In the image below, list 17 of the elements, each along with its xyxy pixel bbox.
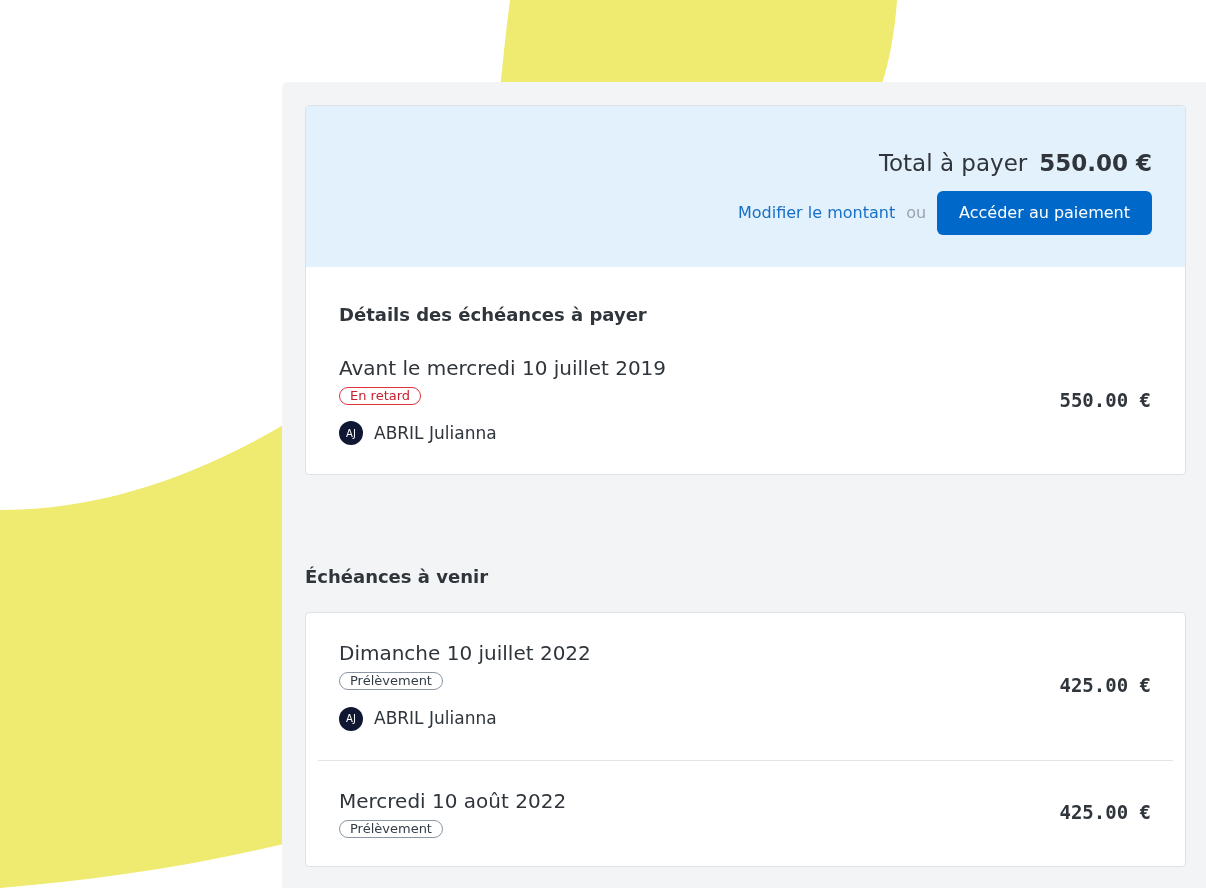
person-name: ABRIL Julianna: [374, 707, 497, 730]
section-title: Détails des échéances à payer: [338, 302, 648, 327]
pay-button[interactable]: Accéder au paiement: [937, 190, 1152, 235]
person-name: ABRIL Julianna: [374, 421, 497, 445]
due-date: Avant le mercredi 10 juillet 2019: [339, 354, 667, 382]
amount: 425.00 €: [1059, 673, 1151, 698]
avatar: AJ: [339, 706, 363, 731]
avatar: AJ: [339, 421, 363, 446]
total-amount: 550.00 €: [1039, 149, 1152, 178]
section-title: Échéances à venir: [305, 565, 490, 589]
due-date: Mercredi 10 août 2022: [339, 787, 567, 815]
amount: 550.00 €: [1059, 387, 1151, 413]
amount: 425.00 €: [1059, 799, 1151, 825]
due-date: Dimanche 10 juillet 2022: [339, 640, 591, 667]
modify-amount-link[interactable]: Modifier le montant: [738, 200, 896, 225]
separator-text: ou: [906, 201, 927, 224]
total-label: Total à payer: [878, 149, 1028, 178]
